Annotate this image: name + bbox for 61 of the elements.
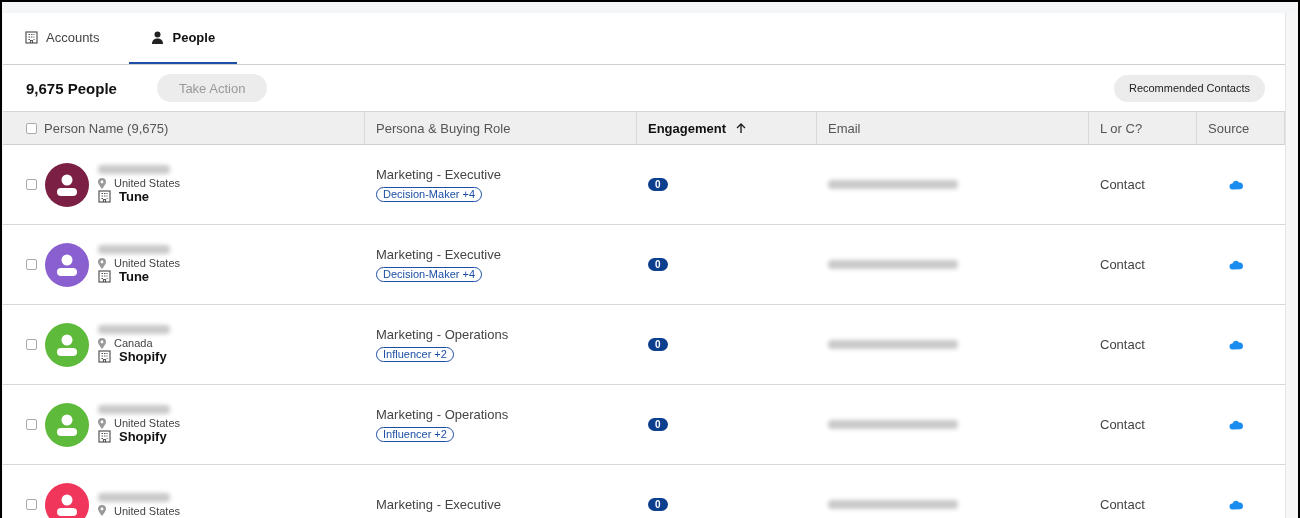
redacted-name xyxy=(98,405,170,414)
country-text: United States xyxy=(114,257,181,269)
building-icon xyxy=(25,31,38,44)
company-link[interactable]: Tune xyxy=(119,269,150,284)
country-text: United States xyxy=(114,177,181,189)
row-checkbox[interactable] xyxy=(26,339,37,350)
persona-text: Marketing - Executive xyxy=(376,497,501,512)
lead-or-contact-text: Contact xyxy=(1100,417,1145,432)
row-checkbox[interactable] xyxy=(26,419,37,430)
location-pin-icon xyxy=(98,257,106,269)
country-text: Canada xyxy=(114,337,153,349)
cloud-icon xyxy=(1229,499,1243,510)
cloud-icon xyxy=(1229,419,1243,430)
persona-text: Marketing - Operations xyxy=(376,407,509,422)
lead-or-contact-text: Contact xyxy=(1100,497,1145,512)
row-checkbox[interactable] xyxy=(26,499,37,510)
building-icon xyxy=(98,350,111,363)
country-text: United States xyxy=(114,417,181,429)
building-icon xyxy=(98,190,111,203)
location-pin-icon xyxy=(98,177,106,189)
persona-text: Marketing - Executive xyxy=(376,167,501,182)
column-header[interactable]: Persona & Buying Role xyxy=(365,112,637,145)
company-link[interactable]: Shopify xyxy=(119,429,167,444)
sort-arrow-icon[interactable] xyxy=(736,122,746,134)
redacted-name xyxy=(98,165,170,174)
lead-or-contact-text: Contact xyxy=(1100,337,1145,352)
lead-or-contact-text: Contact xyxy=(1100,177,1145,192)
building-icon xyxy=(98,270,111,283)
column-header[interactable]: Email xyxy=(817,112,1089,145)
cloud-icon xyxy=(1229,339,1243,350)
cloud-icon xyxy=(1229,179,1243,190)
tab[interactable]: Accounts xyxy=(3,13,130,64)
persona-text: Marketing - Operations xyxy=(376,327,509,342)
engagement-score: 0 xyxy=(648,418,668,431)
redacted-name xyxy=(98,245,170,254)
location-pin-icon xyxy=(98,417,106,429)
lead-or-contact-text: Contact xyxy=(1100,257,1145,272)
redacted-name xyxy=(98,325,170,334)
column-header[interactable]: L or C? xyxy=(1089,112,1197,145)
recommended-contacts-button[interactable]: Recommended Contacts xyxy=(1113,74,1265,102)
engagement-score: 0 xyxy=(648,498,668,511)
column-header[interactable]: Source xyxy=(1197,112,1285,145)
redacted-name xyxy=(98,492,170,502)
location-pin-icon xyxy=(98,337,106,349)
building-icon xyxy=(98,430,111,443)
company-link[interactable]: Tune xyxy=(119,189,150,204)
company-link[interactable]: Shopify xyxy=(119,349,167,364)
row-checkbox[interactable] xyxy=(26,259,37,270)
person-icon xyxy=(151,31,165,44)
engagement-score: 0 xyxy=(648,338,668,351)
column-header[interactable]: Person Name (9,675) xyxy=(3,112,365,145)
persona-text: Marketing - Executive xyxy=(376,247,501,262)
select-all-checkbox[interactable] xyxy=(26,122,37,134)
engagement-score: 0 xyxy=(648,258,668,271)
people-count: 9,675 People xyxy=(26,79,117,97)
row-checkbox[interactable] xyxy=(26,179,37,190)
cloud-icon xyxy=(1229,259,1243,270)
tab[interactable]: People xyxy=(129,13,238,64)
column-header[interactable]: Engagement xyxy=(637,112,817,145)
country-text: United States xyxy=(114,504,181,517)
engagement-score: 0 xyxy=(648,178,668,191)
